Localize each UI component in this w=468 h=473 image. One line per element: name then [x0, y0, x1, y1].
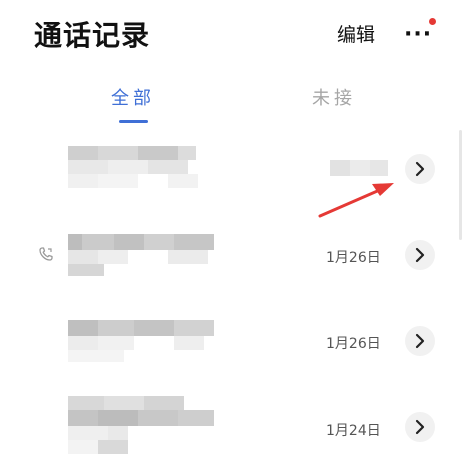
call-record-row[interactable]: 1月24日 — [0, 384, 468, 464]
record-detail-button[interactable] — [405, 154, 435, 184]
more-button[interactable]: ··· — [404, 18, 436, 47]
edit-button[interactable]: 编辑 — [337, 20, 375, 47]
notification-dot — [429, 18, 436, 25]
chevron-right-icon — [415, 161, 425, 177]
blurred-call-date — [330, 160, 388, 176]
blurred-contact-name — [68, 320, 214, 364]
record-detail-button[interactable] — [405, 412, 435, 442]
tab-selected-indicator — [119, 120, 148, 123]
more-dots-icon: ··· — [404, 22, 433, 47]
call-record-row[interactable]: 1月26日 — [0, 216, 468, 296]
tab-all[interactable]: 全部 — [111, 84, 155, 110]
blurred-contact-name — [68, 146, 208, 192]
call-date: 1月26日 — [326, 336, 381, 352]
chevron-right-icon — [415, 247, 425, 263]
call-date: 1月24日 — [326, 423, 381, 439]
tab-missed[interactable]: 未接 — [312, 84, 356, 110]
phone-icon — [39, 247, 53, 261]
page-title: 通话记录 — [34, 19, 151, 52]
record-detail-button[interactable] — [405, 240, 435, 270]
call-date: 1月26日 — [326, 250, 381, 266]
blurred-contact-name — [68, 396, 214, 456]
call-record-row[interactable] — [0, 136, 468, 216]
chevron-right-icon — [415, 419, 425, 435]
call-record-row[interactable]: 1月26日 — [0, 302, 468, 382]
call-log-screen: 通话记录 编辑 ··· 全部 未接 1月26日 1月26日 1月24日 — [0, 0, 468, 473]
blurred-contact-name — [68, 234, 214, 278]
chevron-right-icon — [415, 333, 425, 349]
record-detail-button[interactable] — [405, 326, 435, 356]
